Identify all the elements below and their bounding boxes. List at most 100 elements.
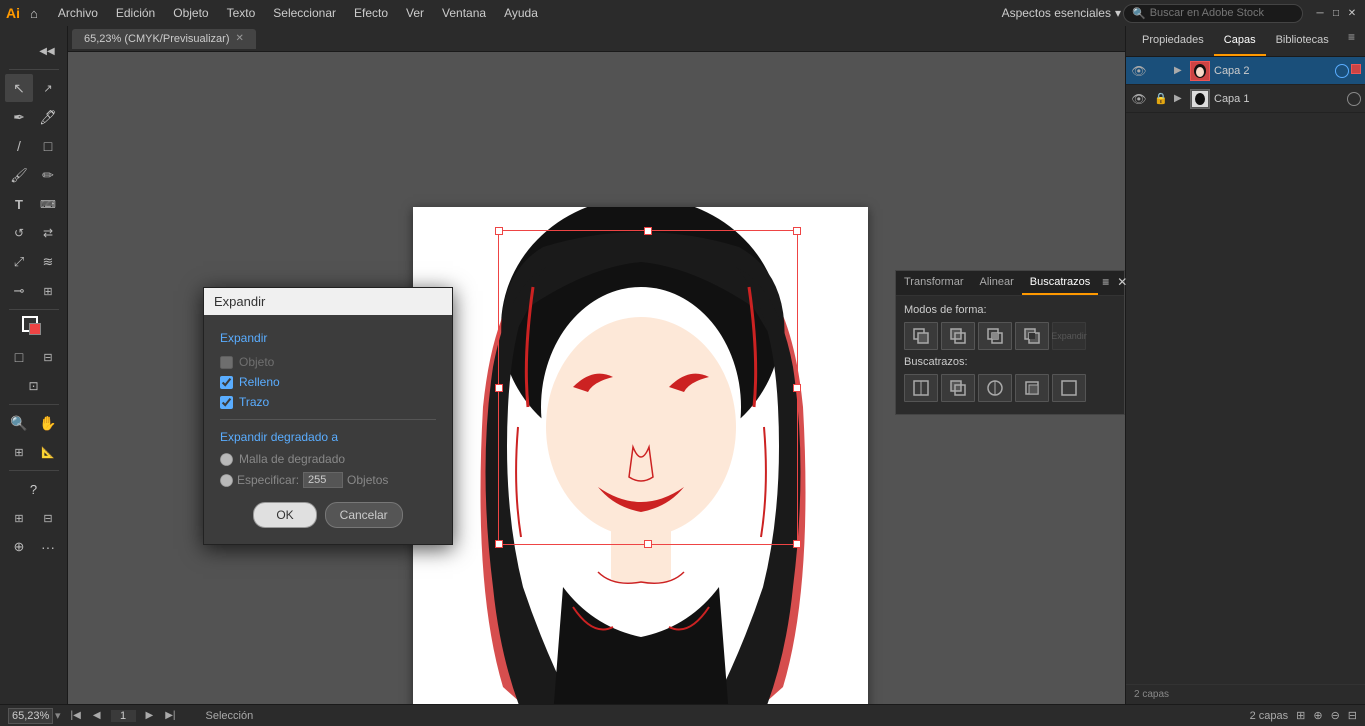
zoom-out-status[interactable]: ⊖	[1331, 709, 1340, 722]
layer-expand-capa1[interactable]: ▶	[1174, 93, 1186, 104]
collapse-panel-button[interactable]: ◀◀	[33, 37, 61, 65]
direct-select-tool[interactable]: ↗	[34, 74, 62, 102]
width-tool[interactable]: ⊸	[5, 277, 33, 305]
zoom-control[interactable]: ▾	[8, 708, 61, 724]
menu-archivo[interactable]: Archivo	[50, 4, 106, 22]
menu-seleccionar[interactable]: Seleccionar	[265, 4, 344, 22]
library-icon[interactable]: ⊕	[5, 533, 33, 561]
specify-value-input[interactable]	[303, 472, 343, 488]
minus-front-button[interactable]	[941, 322, 975, 350]
grid-toggle[interactable]: ⊟	[1348, 709, 1357, 722]
tab-alinear[interactable]: Alinear	[972, 271, 1022, 295]
minimize-button[interactable]: ─	[1313, 6, 1327, 20]
search-box[interactable]: 🔍	[1123, 4, 1303, 23]
menu-texto[interactable]: Texto	[219, 4, 264, 22]
rotate-tool[interactable]: ↺	[5, 219, 33, 247]
tab-capas[interactable]: Capas	[1214, 26, 1266, 56]
pencil-tool[interactable]: ✏	[34, 161, 62, 189]
pen-tool[interactable]: ✒	[5, 103, 33, 131]
layer-item-capa2[interactable]: 👁 ▶ Capa 2	[1126, 57, 1365, 85]
fill-stroke[interactable]	[20, 314, 48, 342]
menu-ventana[interactable]: Ventana	[434, 4, 494, 22]
gradient-mesh-label: Malla de degradado	[239, 452, 345, 466]
draw-behind[interactable]: ⊟	[34, 343, 62, 371]
menu-efecto[interactable]: Efecto	[346, 4, 396, 22]
rect-tool[interactable]: □	[34, 132, 62, 160]
type-tool[interactable]: 🖊	[34, 103, 62, 131]
more-tools[interactable]: ···	[34, 533, 62, 561]
trim-button[interactable]	[941, 374, 975, 402]
next-page-button[interactable]: ▶	[144, 710, 156, 721]
tab-close-button[interactable]: ✕	[236, 33, 244, 44]
scale-tool[interactable]: ⤢	[5, 248, 33, 276]
search-input[interactable]	[1150, 7, 1290, 19]
shape-builder-tool[interactable]: ⊞	[34, 277, 62, 305]
maximize-button[interactable]: □	[1329, 6, 1343, 20]
extra-tools-1[interactable]: ⊞	[5, 504, 33, 532]
panel-close-icon[interactable]: ✕	[1113, 271, 1131, 295]
prev-page-button[interactable]: ◀	[91, 710, 103, 721]
expand-dialog: Expandir Expandir Objeto Relleno	[203, 287, 453, 545]
panel-tabs: Propiedades Capas Bibliotecas ≡	[1126, 26, 1365, 57]
outline-button[interactable]	[1052, 374, 1086, 402]
cancel-button[interactable]: Cancelar	[325, 502, 403, 528]
layer-target-capa2[interactable]	[1335, 64, 1349, 78]
menu-objeto[interactable]: Objeto	[165, 4, 216, 22]
layer-lock-capa1[interactable]: 🔒	[1152, 90, 1170, 108]
select-tool[interactable]: ↖	[5, 74, 33, 102]
crop-button[interactable]	[1015, 374, 1049, 402]
page-input[interactable]	[111, 710, 136, 722]
close-button[interactable]: ✕	[1345, 6, 1359, 20]
home-icon[interactable]: ⌂	[30, 6, 38, 21]
layer-visibility-capa1[interactable]: 👁	[1130, 90, 1148, 108]
layer-item-capa1[interactable]: 👁 🔒 ▶ Capa 1	[1126, 85, 1365, 113]
tab-transformar[interactable]: Transformar	[896, 271, 972, 295]
tab-buscatrazos[interactable]: Buscatrazos	[1022, 271, 1099, 295]
layer-visibility-capa2[interactable]: 👁	[1130, 62, 1148, 80]
menu-ver[interactable]: Ver	[398, 4, 432, 22]
expand-pathfinder-button[interactable]: Expandir	[1052, 322, 1086, 350]
reflect-tool[interactable]: ⇄	[34, 219, 62, 247]
normal-mode[interactable]: □	[5, 343, 33, 371]
warp-tool[interactable]: ≋	[34, 248, 62, 276]
zoom-input[interactable]	[8, 708, 53, 724]
ok-button[interactable]: OK	[253, 502, 316, 528]
extra-tools-2[interactable]: ⊟	[34, 504, 62, 532]
tab-bibliotecas[interactable]: Bibliotecas	[1266, 26, 1339, 56]
intersect-button[interactable]	[978, 322, 1012, 350]
menu-ayuda[interactable]: Ayuda	[496, 4, 546, 22]
exclude-button[interactable]	[1015, 322, 1049, 350]
first-page-button[interactable]: |◀	[69, 710, 83, 721]
touch-type-tool[interactable]: ⌨	[34, 190, 62, 218]
paintbrush-tool[interactable]: 🖌	[5, 161, 33, 189]
zoom-in-status[interactable]: ⊕	[1313, 709, 1322, 722]
objeto-checkbox[interactable]	[220, 356, 233, 369]
zoom-dropdown-icon[interactable]: ▾	[55, 709, 61, 722]
measure-tool[interactable]: 📐	[34, 438, 62, 466]
gradient-mesh-radio[interactable]	[220, 453, 233, 466]
workspace-selector[interactable]: Aspectos esenciales ▾	[1002, 6, 1121, 20]
line-tool[interactable]: /	[5, 132, 33, 160]
last-page-button[interactable]: ▶|	[163, 710, 177, 721]
relleno-checkbox[interactable]	[220, 376, 233, 389]
artboard-nav-icon[interactable]: ⊞	[1296, 709, 1305, 722]
workspace-chevron[interactable]: ▾	[1115, 6, 1121, 20]
zoom-tool[interactable]: 🔍	[5, 409, 33, 437]
menu-edicion[interactable]: Edición	[108, 4, 163, 22]
screen-mode[interactable]: ⊡	[20, 372, 48, 400]
layer-target-capa1[interactable]	[1347, 92, 1361, 106]
hand-tool[interactable]: ✋	[34, 409, 62, 437]
artboard-tool[interactable]: ⊞	[5, 438, 33, 466]
divide-button[interactable]	[904, 374, 938, 402]
unite-button[interactable]	[904, 322, 938, 350]
layer-expand-capa2[interactable]: ▶	[1174, 65, 1186, 76]
merge-button[interactable]	[978, 374, 1012, 402]
type-tool-2[interactable]: T	[5, 190, 33, 218]
trazo-checkbox[interactable]	[220, 396, 233, 409]
help-button[interactable]: ?	[20, 475, 48, 503]
tab-propiedades[interactable]: Propiedades	[1132, 26, 1214, 56]
document-tab[interactable]: 65,23% (CMYK/Previsualizar) ✕	[72, 29, 256, 49]
panel-menu-button[interactable]: ≡	[1344, 26, 1359, 56]
specify-radio[interactable]	[220, 474, 233, 487]
panel-menu-icon[interactable]: ≡	[1098, 271, 1113, 295]
